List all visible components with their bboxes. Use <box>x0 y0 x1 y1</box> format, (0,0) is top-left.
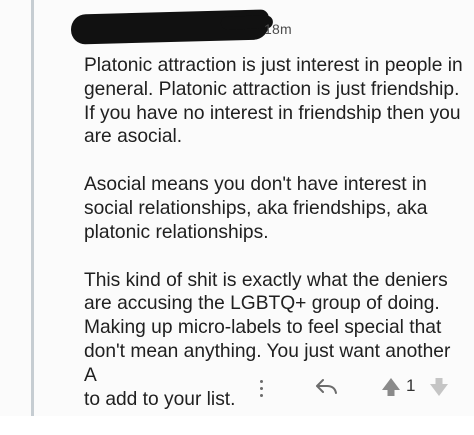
comment-card: 18m Platonic attraction is just interest… <box>0 0 474 416</box>
comment-paragraph-1: Platonic attraction is just interest in … <box>84 55 463 148</box>
comment-action-bar: 1 <box>0 372 474 402</box>
upvote-icon[interactable] <box>380 376 402 398</box>
reply-icon[interactable] <box>314 376 340 396</box>
thread-line[interactable] <box>31 0 34 416</box>
vote-count: 1 <box>406 376 416 395</box>
more-vertical-icon[interactable] <box>258 376 266 400</box>
comment-paragraph-2: Asocial means you don't have interest in… <box>84 174 428 243</box>
redacted-author-name <box>70 9 270 45</box>
comment-timestamp: 18m <box>264 21 292 37</box>
downvote-icon[interactable] <box>428 376 450 398</box>
